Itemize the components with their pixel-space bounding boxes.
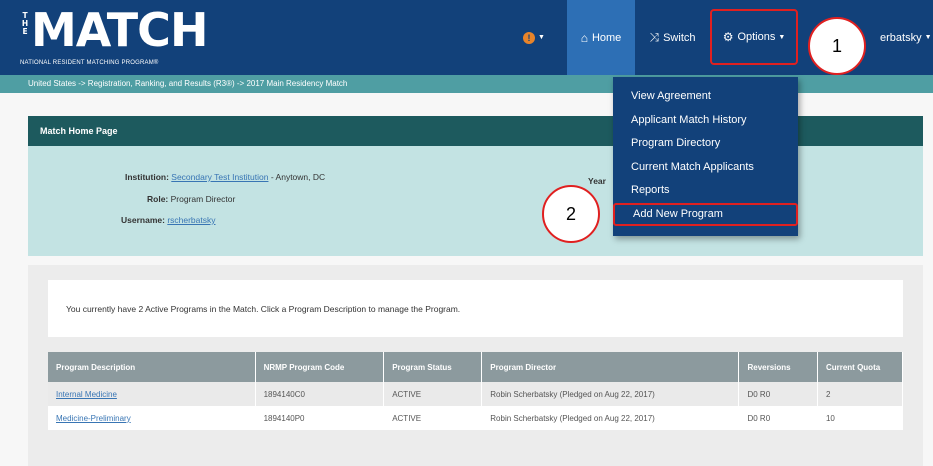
exclamation-circle-icon: ! xyxy=(523,31,536,44)
shuffle-icon: ⤨ xyxy=(649,30,660,44)
col-program-description[interactable]: Program Description xyxy=(48,352,256,382)
table-row: Medicine-Preliminary 1894140P0 ACTIVE Ro… xyxy=(48,406,904,430)
menu-item-view-agreement[interactable]: View Agreement xyxy=(613,85,798,109)
programs-table-wrap: Program Description NRMP Program Code Pr… xyxy=(48,352,904,430)
nav-options-label: Options xyxy=(737,31,776,43)
screen: THE MATCH NATIONAL RESIDENT MATCHING PRO… xyxy=(0,0,933,466)
menu-item-add-new-program[interactable]: Add New Program xyxy=(613,202,798,226)
logo-the-text: THE xyxy=(21,11,29,36)
table-cell: 1894140C0 xyxy=(255,382,385,406)
table-cell: 10 xyxy=(817,406,904,430)
username-link[interactable]: rscherbatsky xyxy=(167,215,215,225)
match-logo[interactable]: THE MATCH NATIONAL RESIDENT MATCHING PRO… xyxy=(20,5,220,71)
col-program-status[interactable]: Program Status xyxy=(383,352,483,382)
nav-switch-label: Switch xyxy=(663,31,696,44)
program-link[interactable]: Medicine-Preliminary xyxy=(56,414,131,423)
role-label: Role: xyxy=(147,194,169,204)
table-row: Internal Medicine 1894140C0 ACTIVE Robin… xyxy=(48,382,904,406)
table-cell: D0 R0 xyxy=(738,406,818,430)
role-row: Role: Program Director xyxy=(147,194,235,204)
alerts-menu[interactable]: ! ▼ xyxy=(517,0,551,75)
nav-user-menu[interactable]: erbatsky ▼ xyxy=(880,0,933,75)
annotation-callout-2: 2 xyxy=(542,185,600,243)
program-description-cell: Medicine-Preliminary xyxy=(48,406,256,430)
caret-down-icon: ▼ xyxy=(778,33,786,41)
top-navbar: THE MATCH NATIONAL RESIDENT MATCHING PRO… xyxy=(0,0,933,75)
caret-down-icon: ▼ xyxy=(538,34,545,41)
menu-item-reports[interactable]: Reports xyxy=(613,179,798,203)
table-cell: 2 xyxy=(817,382,904,406)
year-label: Year xyxy=(588,176,606,186)
username-row: Username: rscherbatsky xyxy=(121,215,216,225)
logo-tagline: NATIONAL RESIDENT MATCHING PROGRAM® xyxy=(20,60,159,66)
nav-options[interactable]: ⚙ Options ▼ xyxy=(710,9,798,65)
table-cell: ACTIVE xyxy=(383,406,483,430)
home-icon: ⌂ xyxy=(580,30,588,45)
col-reversions[interactable]: Reversions xyxy=(738,352,818,382)
table-cell: Robin Scherbatsky (Pledged on Aug 22, 20… xyxy=(481,406,740,430)
annotation-callout-1: 1 xyxy=(808,17,866,75)
logo-match-text: MATCH xyxy=(31,3,208,57)
gear-icon: ⚙ xyxy=(722,30,734,44)
menu-item-program-directory[interactable]: Program Directory xyxy=(613,132,798,156)
programs-section: You currently have 2 Active Programs in … xyxy=(28,265,923,466)
nav-user-label: erbatsky xyxy=(880,31,922,44)
institution-label: Institution: xyxy=(125,172,169,182)
col-nrmp-code[interactable]: NRMP Program Code xyxy=(255,352,385,382)
col-current-quota[interactable]: Current Quota xyxy=(817,352,904,382)
table-header-row: Program Description NRMP Program Code Pr… xyxy=(48,352,904,382)
role-value: Program Director xyxy=(170,194,236,204)
table-cell: D0 R0 xyxy=(738,382,818,406)
nav-home[interactable]: ⌂ Home xyxy=(567,0,635,75)
caret-down-icon: ▼ xyxy=(924,34,932,41)
menu-item-current-match-applicants[interactable]: Current Match Applicants xyxy=(613,156,798,180)
program-description-cell: Internal Medicine xyxy=(48,382,256,406)
nav-switch[interactable]: ⤨ Switch xyxy=(640,0,705,75)
program-link[interactable]: Internal Medicine xyxy=(56,390,117,399)
table-cell: 1894140P0 xyxy=(255,406,385,430)
username-label: Username: xyxy=(121,215,165,225)
institution-row: Institution: Secondary Test Institution … xyxy=(125,172,325,182)
programs-note: You currently have 2 Active Programs in … xyxy=(48,280,903,337)
options-dropdown-menu: View Agreement Applicant Match History P… xyxy=(613,77,798,236)
table-cell: ACTIVE xyxy=(383,382,483,406)
institution-link[interactable]: Secondary Test Institution xyxy=(171,172,268,182)
nav-home-label: Home xyxy=(591,31,622,44)
col-program-director[interactable]: Program Director xyxy=(481,352,740,382)
institution-location: - Anytown, DC xyxy=(268,172,326,182)
menu-item-applicant-match-history[interactable]: Applicant Match History xyxy=(613,109,798,133)
table-cell: Robin Scherbatsky (Pledged on Aug 22, 20… xyxy=(481,382,740,406)
programs-table: Program Description NRMP Program Code Pr… xyxy=(48,352,904,430)
